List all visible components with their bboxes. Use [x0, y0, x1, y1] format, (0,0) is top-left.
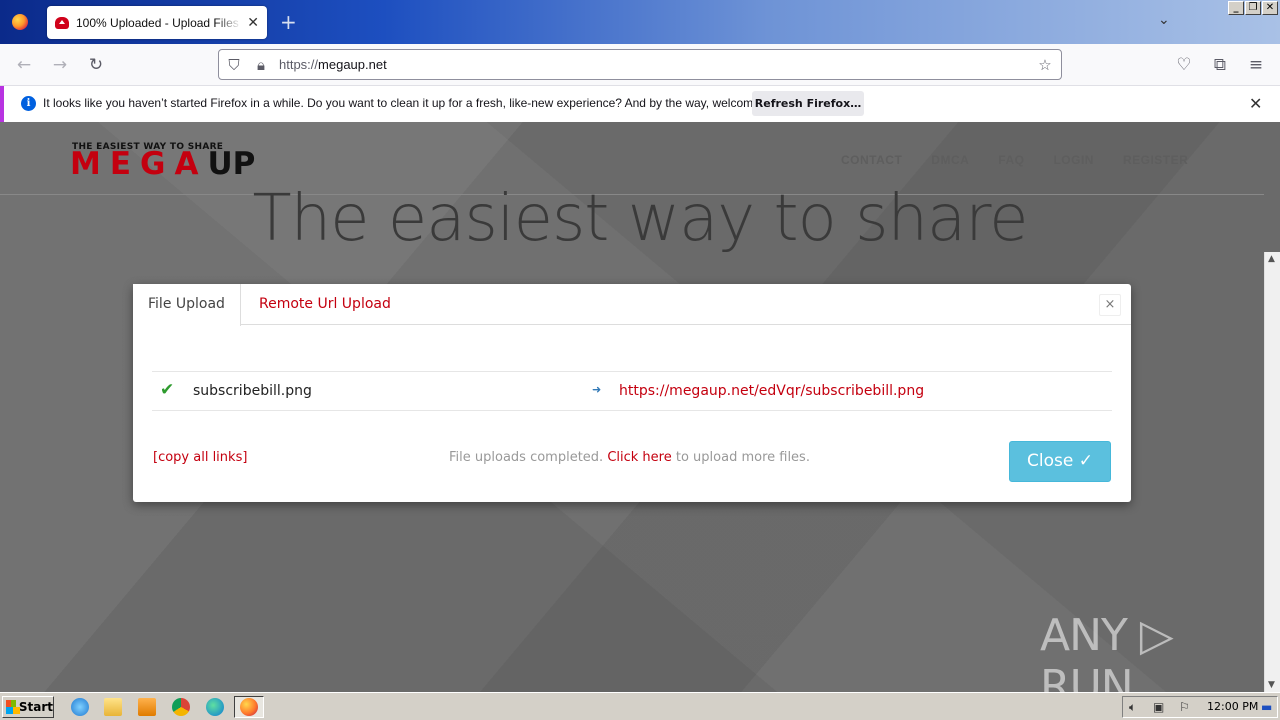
scroll-down-icon[interactable]: ▼: [1268, 680, 1275, 690]
close-notification-icon[interactable]: ✕: [1249, 94, 1262, 113]
file-explorer-icon[interactable]: [104, 698, 122, 716]
close-button[interactable]: Close ✓: [1009, 441, 1111, 482]
bookmark-star-icon[interactable]: ☆: [1036, 56, 1054, 74]
start-button[interactable]: Start: [2, 696, 54, 718]
restore-button[interactable]: ❐: [1245, 1, 1261, 15]
page-edge: [1264, 122, 1280, 252]
firefox-logo-icon: [12, 14, 28, 30]
browser-tab-active[interactable]: 100% Uploaded - Upload Files - MegaUp ✕: [47, 6, 267, 39]
url-bar[interactable]: ⛉ 🔒︎ https://megaup.net ☆: [218, 49, 1062, 80]
network-icon[interactable]: ▣: [1153, 700, 1164, 714]
show-desktop-icon[interactable]: ▬: [1261, 700, 1272, 714]
notification-bar: i It looks like you haven’t started Fire…: [0, 86, 1280, 122]
uploaded-file-row: ✔ subscribebill.png ➜ https://megaup.net…: [152, 371, 1112, 411]
firefox-menu-button[interactable]: [0, 0, 40, 44]
hero-heading: The easiest way to share: [252, 182, 1028, 256]
logo-up: UP: [207, 146, 256, 182]
lock-icon[interactable]: 🔒︎: [252, 56, 270, 74]
windows-logo-icon: [6, 700, 20, 714]
reload-icon[interactable]: ↻: [86, 55, 106, 75]
extensions-icon[interactable]: ⧉: [1210, 55, 1230, 75]
notification-text: It looks like you haven’t started Firefo…: [43, 96, 792, 110]
upload-modal: File Upload Remote Url Upload × ✔ subscr…: [133, 284, 1131, 502]
tab-file-upload[interactable]: File Upload: [133, 284, 241, 326]
new-tab-button[interactable]: +: [280, 10, 297, 34]
internet-explorer-icon[interactable]: [71, 698, 89, 716]
upload-status: File uploads completed. Click here to up…: [449, 450, 810, 465]
start-label: Start: [18, 700, 53, 714]
volume-icon[interactable]: 🔈︎: [1129, 700, 1136, 715]
tab-remote-url-upload[interactable]: Remote Url Upload: [244, 284, 406, 325]
url-text[interactable]: https://megaup.net: [279, 57, 387, 72]
firefox-icon: [240, 698, 258, 716]
info-icon: i: [21, 96, 36, 111]
vertical-scrollbar[interactable]: ▲ ▼: [1264, 252, 1280, 692]
arrow-right-icon: ➜: [592, 383, 602, 396]
clock: 12:00 PM: [1207, 700, 1259, 713]
system-tray: 🔈︎ ▣ ⚐ 12:00 PM ▬: [1122, 696, 1278, 718]
close-window-button[interactable]: ✕: [1262, 1, 1278, 15]
site-nav: CONTACT DMCA FAQ LOGIN REGISTER: [841, 153, 1188, 167]
modal-close-icon[interactable]: ×: [1099, 294, 1121, 316]
tab-close-icon[interactable]: ✕: [247, 15, 259, 31]
navigation-toolbar: ← → ↻ ⛉ 🔒︎ https://megaup.net ☆ ♡ ⧉ ≡: [0, 44, 1280, 86]
url-host: megaup.net: [318, 57, 387, 72]
pocket-icon[interactable]: ♡: [1174, 55, 1194, 75]
window-controls: _ ❐ ✕: [1228, 1, 1278, 15]
windows-taskbar: Start 🔈︎ ▣ ⚐ 12:00 PM ▬: [0, 692, 1280, 720]
nav-register[interactable]: REGISTER: [1123, 153, 1188, 167]
shield-icon[interactable]: ⛉: [225, 56, 243, 74]
modal-tabs: File Upload Remote Url Upload: [133, 284, 1131, 326]
nav-login[interactable]: LOGIN: [1053, 153, 1094, 167]
nav-contact[interactable]: CONTACT: [841, 153, 902, 167]
logo-mega: MEGA: [70, 146, 208, 182]
hamburger-menu-icon[interactable]: ≡: [1246, 55, 1266, 75]
upload-more-link[interactable]: Click here: [607, 450, 671, 465]
media-player-icon[interactable]: [138, 698, 156, 716]
forward-arrow-icon[interactable]: →: [50, 55, 70, 75]
browser-tab-bar: 100% Uploaded - Upload Files - MegaUp ✕ …: [0, 0, 1280, 44]
list-all-tabs-icon[interactable]: ⌄: [1158, 12, 1170, 28]
minimize-button[interactable]: _: [1228, 1, 1244, 15]
nav-faq[interactable]: FAQ: [998, 153, 1024, 167]
edge-icon[interactable]: [206, 698, 224, 716]
anyrun-watermark: ANY ▷ RUN: [1040, 610, 1174, 692]
refresh-firefox-button[interactable]: Refresh Firefox…: [752, 91, 864, 116]
url-protocol: https://: [279, 57, 319, 72]
chrome-icon[interactable]: [172, 698, 190, 716]
file-name: subscribebill.png: [193, 383, 312, 399]
back-arrow-icon[interactable]: ←: [14, 55, 34, 75]
megaup-favicon-icon: [55, 16, 69, 29]
scroll-up-icon[interactable]: ▲: [1268, 254, 1275, 264]
status-prefix: File uploads completed.: [449, 450, 604, 465]
nav-dmca[interactable]: DMCA: [931, 153, 969, 167]
status-suffix: to upload more files.: [675, 450, 810, 465]
firefox-taskbar-button[interactable]: [234, 696, 264, 718]
site-logo[interactable]: MEGAUP: [70, 146, 255, 182]
flag-icon[interactable]: ⚐: [1179, 700, 1190, 714]
checkmark-icon: ✔: [160, 380, 175, 400]
file-link[interactable]: https://megaup.net/edVqr/subscribebill.p…: [619, 383, 924, 399]
tab-title: 100% Uploaded - Upload Files - MegaUp: [76, 15, 241, 30]
copy-all-links[interactable]: [copy all links]: [153, 450, 247, 465]
